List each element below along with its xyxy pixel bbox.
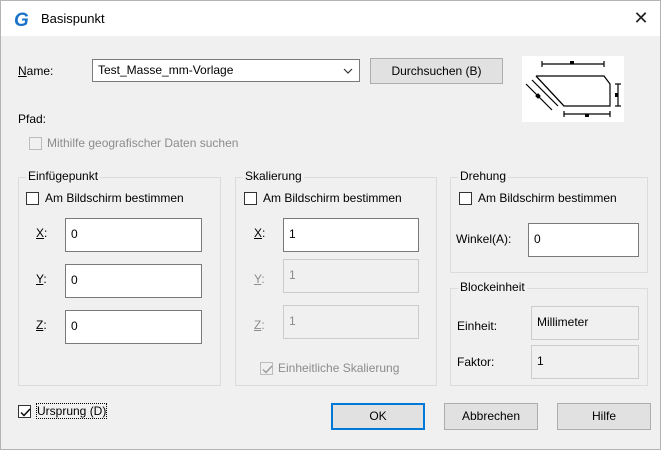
origin-checkbox[interactable] bbox=[18, 405, 31, 418]
factor-value: 1 bbox=[537, 354, 544, 368]
unit-label: Einheit: bbox=[457, 319, 498, 333]
insert-z-input[interactable]: 0 bbox=[65, 310, 202, 344]
block-preview bbox=[522, 56, 624, 122]
window-title: Basispunkt bbox=[41, 11, 105, 26]
help-button[interactable]: Hilfe bbox=[557, 403, 651, 430]
uniform-scale-label: Einheitliche Skalierung bbox=[278, 361, 400, 375]
scale-y-label: Y: bbox=[254, 272, 265, 286]
factor-label: Faktor: bbox=[457, 355, 495, 369]
block-unit-legend: Blockeinheit bbox=[458, 280, 527, 294]
scale-y-input[interactable]: 1 bbox=[283, 259, 419, 293]
chevron-down-icon bbox=[343, 68, 353, 74]
insert-x-input[interactable]: 0 bbox=[65, 218, 202, 252]
insert-y-value: 0 bbox=[71, 273, 78, 287]
name-value: Test_Masse_mm-Vorlage bbox=[98, 63, 234, 77]
checkmark-icon bbox=[262, 365, 273, 374]
insert-on-screen-checkbox[interactable] bbox=[26, 192, 39, 205]
insert-on-screen-label: Am Bildschirm bestimmen bbox=[45, 191, 184, 205]
cancel-button[interactable]: Abbrechen bbox=[444, 403, 538, 430]
rotation-on-screen-label: Am Bildschirm bestimmen bbox=[478, 191, 617, 205]
help-button-label: Hilfe bbox=[591, 409, 616, 423]
angle-value: 0 bbox=[534, 232, 541, 246]
g-logo-icon: G bbox=[14, 10, 29, 29]
unit-field: Millimeter bbox=[531, 306, 639, 340]
scale-z-input[interactable]: 1 bbox=[283, 305, 419, 339]
scale-x-input[interactable]: 1 bbox=[283, 218, 419, 252]
origin-label: Ursprung (D) bbox=[35, 403, 108, 419]
geo-data-checkbox[interactable] bbox=[29, 137, 42, 150]
uniform-scale-checkbox[interactable] bbox=[260, 362, 273, 375]
angle-input[interactable]: 0 bbox=[528, 223, 639, 257]
scale-y-value: 1 bbox=[289, 268, 296, 282]
close-icon: ✕ bbox=[633, 8, 649, 28]
scale-on-screen-checkbox[interactable] bbox=[244, 192, 257, 205]
insert-point-legend: Einfügepunkt bbox=[26, 169, 101, 183]
browse-button-label: Durchsuchen (B) bbox=[391, 64, 482, 78]
title-bar: G Basispunkt ✕ bbox=[1, 1, 660, 36]
scale-x-value: 1 bbox=[289, 227, 296, 241]
path-label: Pfad: bbox=[18, 112, 47, 126]
scale-z-value: 1 bbox=[289, 314, 296, 328]
name-label: Name: bbox=[18, 64, 54, 78]
svg-text:G: G bbox=[14, 10, 29, 29]
unit-value: Millimeter bbox=[537, 315, 589, 329]
insert-y-label: Y: bbox=[36, 272, 47, 286]
cancel-button-label: Abbrechen bbox=[461, 409, 521, 423]
ok-button[interactable]: OK bbox=[331, 403, 425, 430]
geo-data-label: Mithilfe geografischer Daten suchen bbox=[47, 136, 239, 150]
insert-z-label: Z: bbox=[36, 318, 47, 332]
rotation-on-screen-checkbox[interactable] bbox=[459, 192, 472, 205]
close-button[interactable]: ✕ bbox=[628, 6, 654, 30]
insert-x-label: X: bbox=[36, 226, 48, 240]
factor-field: 1 bbox=[531, 345, 639, 379]
angle-label: Winkel(A): bbox=[456, 232, 512, 246]
scale-z-label: Z: bbox=[254, 318, 265, 332]
block-preview-drawing bbox=[525, 61, 621, 117]
scale-x-label: X: bbox=[254, 226, 266, 240]
insert-x-value: 0 bbox=[71, 227, 78, 241]
name-combobox[interactable]: Test_Masse_mm-Vorlage bbox=[92, 59, 360, 82]
scale-legend: Skalierung bbox=[243, 169, 304, 183]
ok-button-label: OK bbox=[369, 409, 387, 423]
checkmark-icon bbox=[20, 408, 31, 417]
rotation-legend: Drehung bbox=[458, 169, 509, 183]
scale-on-screen-label: Am Bildschirm bestimmen bbox=[263, 191, 402, 205]
basispunkt-dialog: G Basispunkt ✕ Name: Test_Masse_mm-Vorla… bbox=[0, 0, 661, 450]
browse-button[interactable]: Durchsuchen (B) bbox=[370, 58, 503, 84]
insert-z-value: 0 bbox=[71, 319, 78, 333]
insert-y-input[interactable]: 0 bbox=[65, 264, 202, 298]
